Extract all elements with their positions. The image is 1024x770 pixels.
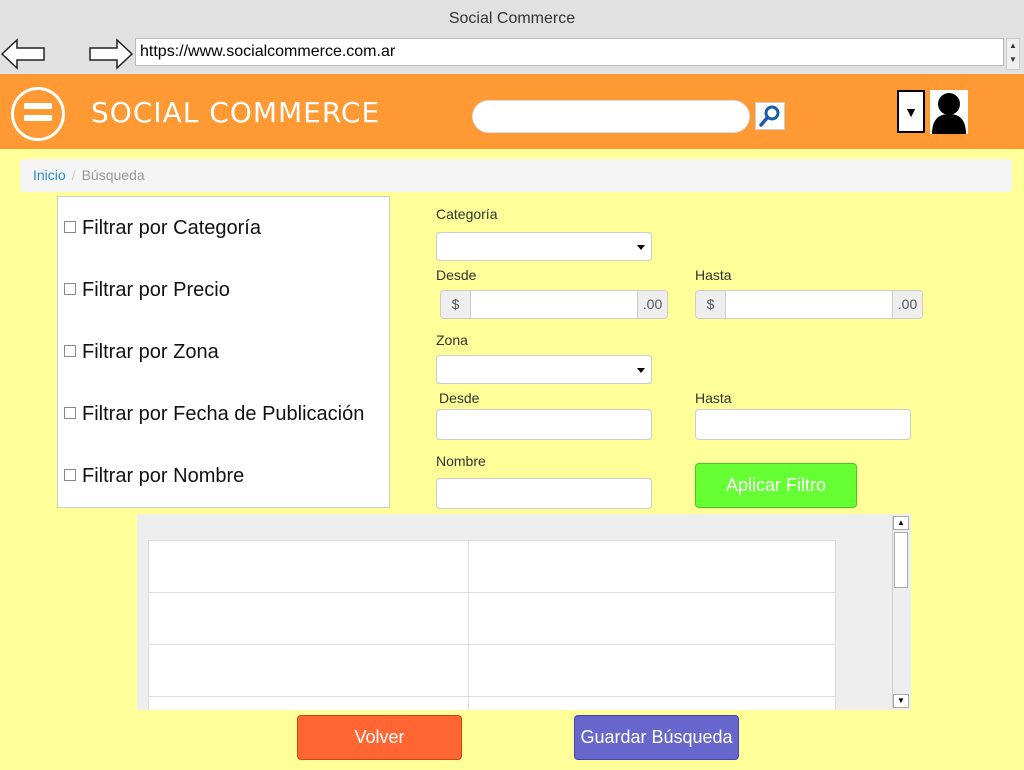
breadcrumb: Inicio / Búsqueda (20, 159, 1012, 192)
table-row[interactable] (148, 540, 836, 593)
filter-fecha-publicacion[interactable]: Filtrar por Fecha de Publicación (64, 403, 364, 426)
table-row[interactable] (148, 592, 836, 645)
zona-label: Zona (436, 332, 468, 348)
filter-checkbox[interactable] (64, 469, 76, 481)
chevron-down-icon (637, 368, 645, 373)
filter-categoria[interactable]: Filtrar por Categoría (64, 217, 261, 240)
filter-label: Filtrar por Precio (82, 279, 230, 301)
filter-precio[interactable]: Filtrar por Precio (64, 279, 230, 302)
precio-desde-field[interactable]: $ .00 (440, 290, 668, 319)
table-cell (468, 540, 836, 593)
filter-checkbox[interactable] (64, 283, 76, 295)
results-table (148, 540, 836, 710)
fecha-hasta-field[interactable] (695, 409, 911, 440)
avatar[interactable] (930, 90, 968, 134)
filter-checkbox[interactable] (64, 221, 76, 233)
filter-checkbox[interactable] (64, 345, 76, 357)
table-row[interactable] (148, 644, 836, 697)
table-cell (148, 540, 469, 593)
results-panel: ▲ ▼ (137, 514, 911, 710)
filter-nombre[interactable]: Filtrar por Nombre (64, 465, 244, 488)
currency-prefix: $ (696, 291, 726, 318)
search-icon (759, 105, 780, 127)
table-cell (148, 644, 469, 697)
menu-button[interactable] (11, 87, 65, 141)
back-button[interactable]: Volver (297, 715, 462, 760)
table-cell (468, 696, 836, 710)
app-header: SOCIAL COMMERCE ▼ (0, 74, 1024, 149)
url-field[interactable] (135, 38, 1004, 66)
scroll-up-icon[interactable]: ▲ (893, 516, 909, 530)
search-input[interactable] (472, 100, 750, 133)
breadcrumb-separator: / (71, 167, 76, 183)
decimal-suffix: .00 (637, 291, 667, 318)
chevron-down-icon: ▼ (904, 104, 918, 120)
categoria-select[interactable] (436, 232, 652, 261)
filter-label: Filtrar por Fecha de Publicación (82, 403, 365, 425)
apply-filter-button[interactable]: Aplicar Filtro (695, 463, 857, 508)
window-title-bar: Social Commerce (0, 0, 1024, 38)
menu-bar (24, 103, 52, 109)
table-cell (468, 592, 836, 645)
chevron-down-icon (637, 245, 645, 250)
scrollbar-thumb[interactable] (894, 532, 908, 588)
zona-select[interactable] (436, 355, 652, 384)
nombre-label: Nombre (436, 453, 486, 469)
filter-label: Filtrar por Categoría (82, 217, 261, 239)
table-row[interactable] (148, 696, 836, 710)
menu-bar (24, 115, 52, 121)
breadcrumb-home-link[interactable]: Inicio (33, 167, 66, 183)
forward-arrow-icon[interactable] (88, 38, 134, 70)
filter-label: Filtrar por Nombre (82, 465, 245, 487)
nombre-field[interactable] (436, 478, 652, 509)
precio-desde-label: Desde (436, 267, 477, 283)
browser-toolbar: ▲ ▼ (0, 38, 1024, 74)
scroll-up-icon[interactable]: ▲ (1007, 39, 1019, 53)
brand-logo: SOCIAL COMMERCE (91, 96, 381, 129)
filter-zona[interactable]: Filtrar por Zona (64, 341, 219, 364)
fecha-desde-field[interactable] (436, 409, 652, 440)
results-scrollbar[interactable]: ▲ ▼ (892, 516, 909, 708)
table-cell (148, 592, 469, 645)
precio-hasta-field[interactable]: $ .00 (695, 290, 923, 319)
table-cell (148, 696, 469, 710)
table-cell (468, 644, 836, 697)
user-icon (932, 93, 966, 134)
scroll-down-icon[interactable]: ▼ (893, 694, 909, 708)
precio-hasta-label: Hasta (695, 267, 732, 283)
categoria-label: Categoría (436, 206, 498, 222)
url-scrollbar[interactable]: ▲ ▼ (1006, 38, 1020, 70)
save-search-button[interactable]: Guardar Búsqueda (574, 715, 739, 760)
decimal-suffix: .00 (892, 291, 922, 318)
search-button[interactable] (755, 102, 785, 130)
fecha-hasta-label: Hasta (695, 390, 732, 406)
scroll-down-icon[interactable]: ▼ (1007, 53, 1019, 67)
back-arrow-icon[interactable] (0, 38, 46, 70)
user-menu-dropdown[interactable]: ▼ (897, 90, 925, 133)
window-title: Social Commerce (448, 10, 576, 27)
currency-prefix: $ (441, 291, 471, 318)
filter-panel: Filtrar por Categoría Filtrar por Precio… (57, 196, 390, 508)
breadcrumb-current: Búsqueda (81, 167, 145, 183)
filter-label: Filtrar por Zona (82, 341, 219, 363)
filter-checkbox[interactable] (64, 407, 76, 419)
fecha-desde-label: Desde (439, 390, 480, 406)
